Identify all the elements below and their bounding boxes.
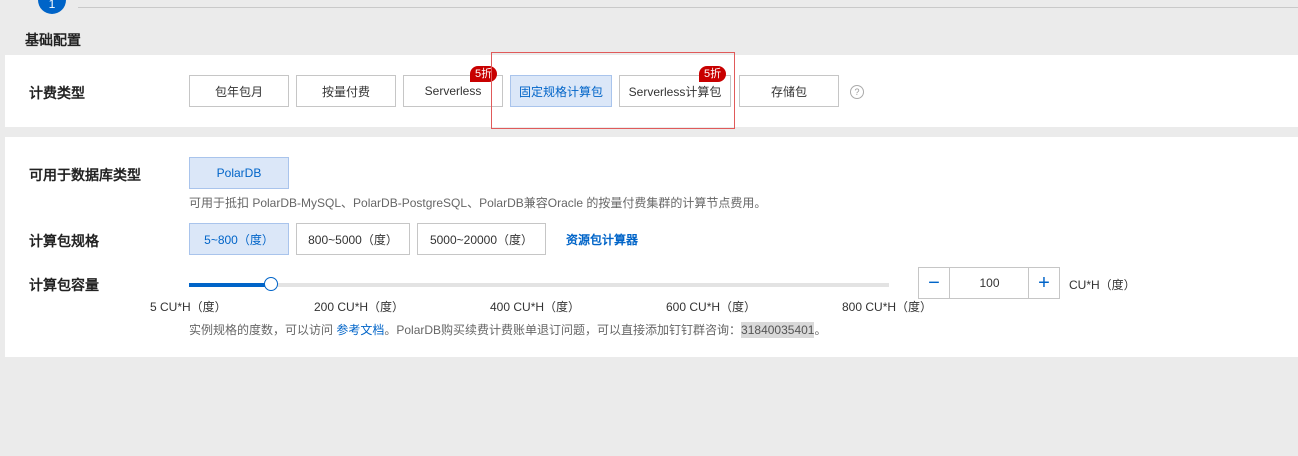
billing-type-label: 计费类型 [29,85,85,101]
capacity-unit: CU*H（度） [1069,278,1136,292]
slider-handle[interactable] [264,277,278,291]
highlight-box [491,52,735,129]
increment-button[interactable]: + [1028,267,1060,299]
slider-track[interactable] [189,283,889,287]
db-type-option-polardb[interactable]: PolarDB [189,157,289,189]
note-text: 。 [814,323,827,337]
billing-option-pay-as-you-go[interactable]: 按量付费 [296,75,396,107]
slider-tick-label: 600 CU*H（度） [666,300,757,314]
resource-calculator-link[interactable]: 资源包计算器 [566,231,638,248]
note-text: 实例规格的度数，可以访问 [189,323,337,337]
question-circle-icon[interactable]: ? [850,85,864,99]
slider-tick-label: 200 CU*H（度） [314,300,405,314]
spec-option-5-800[interactable]: 5~800（度） [189,223,289,255]
slider-fill [189,283,272,287]
spec-label: 计算包规格 [29,233,99,249]
capacity-input[interactable]: 100 [950,267,1029,299]
note-text: 。PolarDB购买续费计费账单退订问题，可以直接添加钉钉群咨询： [384,323,742,337]
db-type-label: 可用于数据库类型 [29,167,141,183]
billing-option-subscription[interactable]: 包年包月 [189,75,289,107]
step-indicator: 1 [38,0,66,14]
capacity-note: 实例规格的度数，可以访问 参考文档。PolarDB购买续费计费账单退订问题，可以… [189,321,826,338]
capacity-label: 计算包容量 [29,277,99,293]
billing-option-storage-package[interactable]: 存储包 [739,75,839,107]
spec-option-800-5000[interactable]: 800~5000（度） [296,223,410,255]
step-divider [78,7,1298,8]
slider-tick-label: 400 CU*H（度） [490,300,581,314]
slider-tick-label: 5 CU*H（度） [150,300,227,314]
slider-tick-label: 800 CU*H（度） [842,300,933,314]
dingtalk-group-number: 31840035401 [741,322,815,338]
section-title: 基础配置 [25,32,81,48]
reference-doc-link[interactable]: 参考文档 [336,323,384,337]
spec-option-5000-20000[interactable]: 5000~20000（度） [417,223,546,255]
decrement-button[interactable]: − [918,267,950,299]
db-type-description: 可用于抵扣 PolarDB-MySQL、PolarDB-PostgreSQL、P… [189,196,767,210]
